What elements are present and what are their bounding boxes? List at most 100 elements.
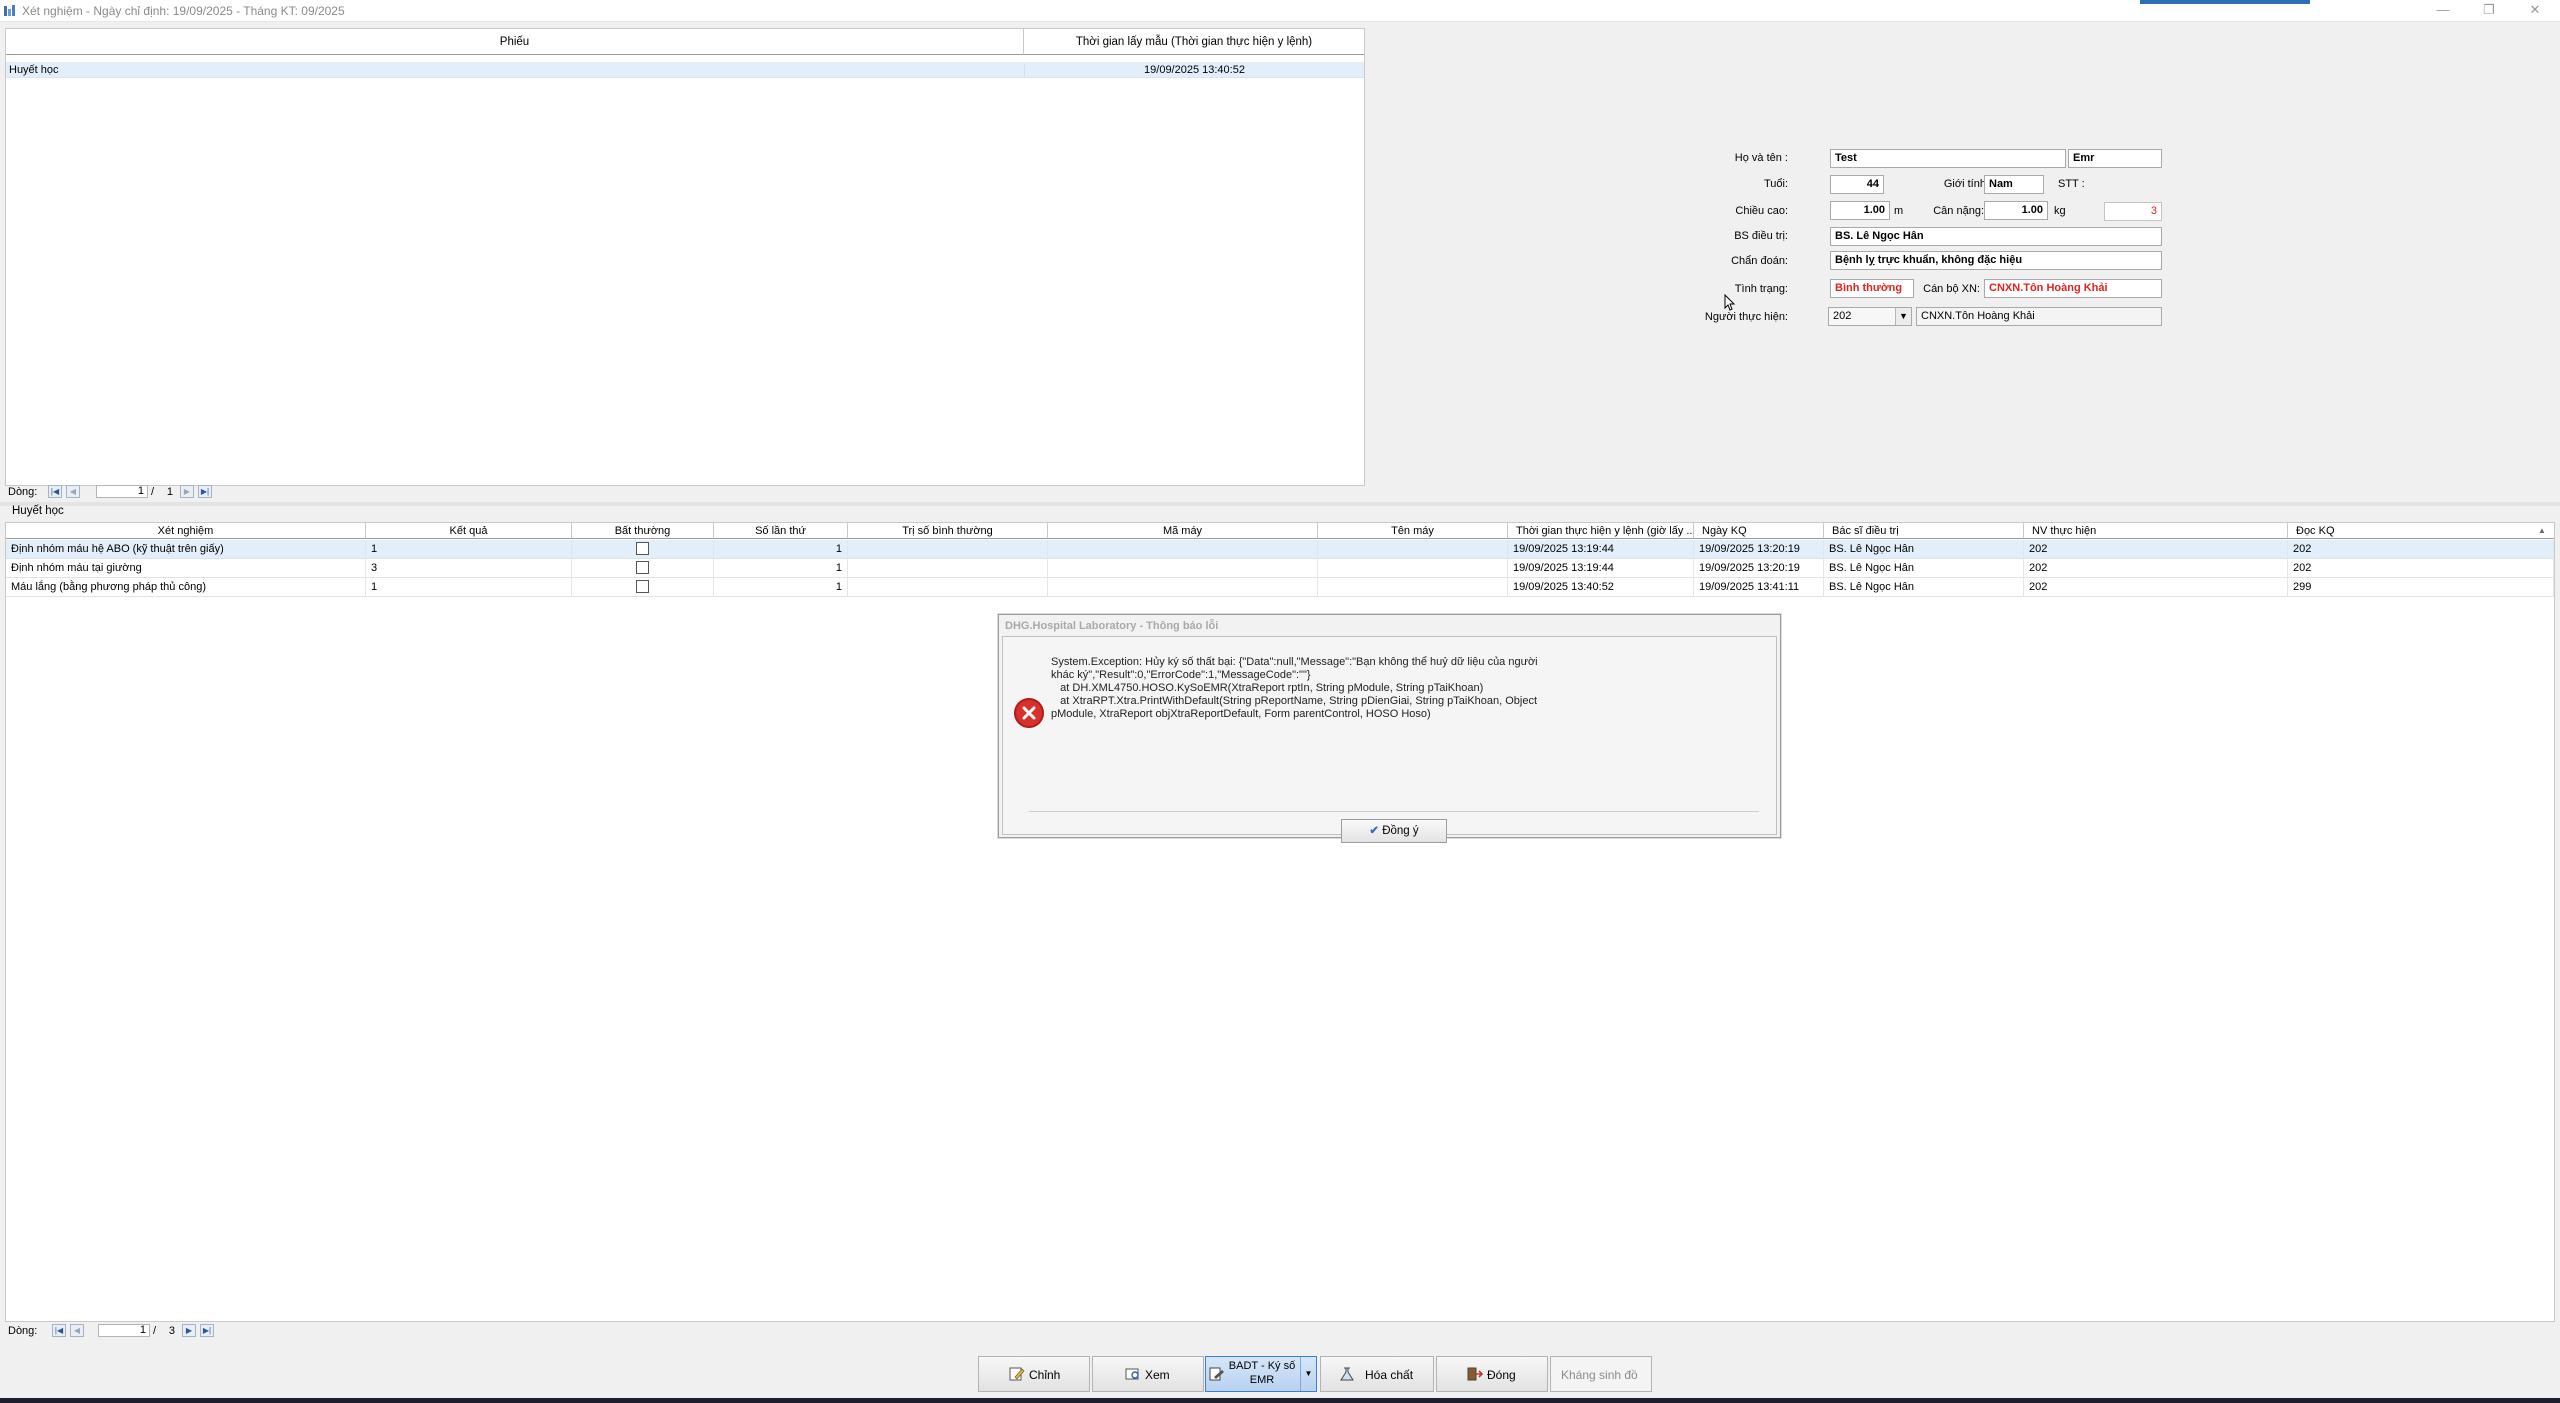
page-input[interactable]: 1 — [98, 1324, 150, 1337]
cell-thoi-gian[interactable]: 19/09/2025 13:19:44 — [1508, 540, 1694, 559]
gioi-tinh-field[interactable]: Nam — [1984, 175, 2044, 194]
nguoi-thuc-hien-select[interactable]: 202 ▼ — [1828, 307, 1912, 326]
cell-xet-nghiem[interactable]: Máu lắng (bằng phương pháp thủ công) — [6, 578, 366, 597]
col-header-thoi-gian-lay-mau[interactable]: Thời gian lấy mẫu (Thời gian thực hiện y… — [1024, 29, 1364, 55]
cell-ngay-kq[interactable]: 19/09/2025 13:41:11 — [1694, 578, 1824, 597]
view-icon — [1125, 1368, 1139, 1380]
cell-bac-si[interactable]: BS. Lê Ngọc Hân — [1824, 540, 2024, 559]
khang-sinh-do-button[interactable]: Kháng sinh đồ — [1550, 1356, 1652, 1392]
table-row[interactable]: Huyết học 19/09/2025 13:40:52 — [6, 62, 1364, 78]
cell-tri-so[interactable] — [848, 578, 1048, 597]
xem-button[interactable]: Xem — [1092, 1356, 1204, 1392]
can-nang-field[interactable]: 1.00 — [1984, 201, 2048, 220]
cell-tri-so[interactable] — [848, 540, 1048, 559]
ten-phu-field[interactable]: Emr — [2068, 149, 2162, 168]
close-button[interactable]: ✕ — [2512, 0, 2558, 22]
last-page-icon[interactable]: ▶| — [200, 1324, 214, 1337]
col-header-tri-so[interactable]: Trị số bình thường — [848, 523, 1048, 539]
tuoi-field[interactable]: 44 — [1830, 175, 1884, 194]
restore-button[interactable]: ❐ — [2466, 0, 2512, 22]
cell-ket-qua[interactable]: 1 — [366, 578, 572, 597]
cell-doc-kq[interactable]: 202 — [2288, 540, 2554, 559]
title-accent-bar — [2140, 0, 2310, 4]
prev-page-icon[interactable]: ◀ — [66, 485, 80, 498]
cell-ma-may[interactable] — [1048, 578, 1318, 597]
col-header-thoi-gian[interactable]: Thời gian thực hiện y lệnh (giờ lấy ... — [1508, 523, 1694, 539]
cell-nv[interactable]: 202 — [2024, 540, 2288, 559]
top-pager: Dòng: |◀ ◀ 1 / 1 ▶ ▶| — [8, 482, 408, 502]
group-title: Huyết học — [12, 505, 64, 517]
bat-thuong-checkbox[interactable] — [636, 542, 649, 555]
tinh-trang-field[interactable]: Bình thường — [1830, 279, 1914, 298]
cell-bac-si[interactable]: BS. Lê Ngọc Hân — [1824, 559, 2024, 578]
cell-ma-may[interactable] — [1048, 540, 1318, 559]
cell-ma-may[interactable] — [1048, 559, 1318, 578]
col-header-so-lan-thu[interactable]: Số lần thứ — [714, 523, 848, 539]
chieu-cao-unit: m — [1894, 205, 1904, 217]
col-header-ket-qua[interactable]: Kết quả — [366, 523, 572, 539]
next-page-icon[interactable]: ▶ — [180, 485, 194, 498]
bs-dieu-tri-field[interactable]: BS. Lê Ngọc Hân — [1830, 227, 2162, 246]
col-header-ma-may[interactable]: Mã máy — [1048, 523, 1318, 539]
col-header-doc-kq[interactable]: Đọc KQ — [2288, 523, 2554, 539]
badt-label-line2: EMR — [1249, 1374, 1275, 1386]
cell-ten-may[interactable] — [1318, 578, 1508, 597]
chinh-button[interactable]: Chỉnh — [978, 1356, 1090, 1392]
col-header-bac-si[interactable]: Bác sĩ điều trị — [1824, 523, 2024, 539]
next-page-icon[interactable]: ▶ — [182, 1324, 196, 1337]
col-header-ten-may[interactable]: Tên máy — [1318, 523, 1508, 539]
chan-doan-field[interactable]: Bệnh lỵ trực khuẩn, không đặc hiệu — [1830, 251, 2162, 270]
cell-tri-so[interactable] — [848, 559, 1048, 578]
cell-nv[interactable]: 202 — [2024, 559, 2288, 578]
chieu-cao-field[interactable]: 1.00 — [1830, 201, 1890, 220]
chieu-cao-label: Chiều cao: — [1735, 205, 1788, 217]
dialog-body: System.Exception: Hủy ký số thất bại: {"… — [1002, 636, 1777, 843]
col-header-xet-nghiem[interactable]: Xét nghiệm — [6, 523, 366, 539]
minimize-button[interactable]: — — [2420, 0, 2466, 22]
cell-so-lan[interactable]: 1 — [714, 559, 848, 578]
ho-va-ten-field[interactable]: Test — [1830, 149, 2066, 168]
col-header-phieu[interactable]: Phiếu — [6, 29, 1024, 55]
pager-slash: / — [151, 486, 155, 498]
badt-ky-so-emr-button[interactable]: BADT - Ký số EMR ▼ — [1205, 1356, 1317, 1392]
table-row[interactable]: Định nhóm máu tại giường 3 1 19/09/2025 13:… — [6, 559, 2554, 578]
col-header-bat-thuong[interactable]: Bất thường — [572, 523, 714, 539]
prev-page-icon[interactable]: ◀ — [70, 1324, 84, 1337]
chevron-down-icon[interactable]: ▼ — [1895, 308, 1911, 325]
page-input[interactable]: 1 — [96, 485, 148, 498]
first-page-icon[interactable]: |◀ — [48, 485, 62, 498]
dropdown-arrow-icon[interactable]: ▼ — [1300, 1357, 1316, 1391]
hoa-chat-button[interactable]: Hóa chất — [1320, 1356, 1434, 1392]
cell-doc-kq[interactable]: 202 — [2288, 559, 2554, 578]
cell-ngay-kq[interactable]: 19/09/2025 13:20:19 — [1694, 559, 1824, 578]
cell-xet-nghiem[interactable]: Định nhóm máu hệ ABO (kỹ thuật trên giấy… — [6, 540, 366, 559]
ok-button[interactable]: ✔ Đồng ý — [1341, 819, 1447, 843]
cell-thoi-gian[interactable]: 19/09/2025 13:19:44 — [1508, 559, 1694, 578]
cell-so-lan[interactable]: 1 — [714, 578, 848, 597]
splitter[interactable] — [0, 502, 2560, 506]
stt-label: STT : — [2058, 178, 2085, 190]
col-header-nv-thuc-hien[interactable]: NV thực hiện — [2024, 523, 2288, 539]
table-row[interactable]: Máu lắng (bằng phương pháp thủ công) 1 1 19… — [6, 578, 2554, 597]
cell-doc-kq[interactable]: 299 — [2288, 578, 2554, 597]
cell-so-lan[interactable]: 1 — [714, 540, 848, 559]
cell-xet-nghiem[interactable]: Định nhóm máu tại giường — [6, 559, 366, 578]
cell-ket-qua[interactable]: 1 — [366, 540, 572, 559]
cell-bac-si[interactable]: BS. Lê Ngọc Hân — [1824, 578, 2024, 597]
last-page-icon[interactable]: ▶| — [198, 485, 212, 498]
col-header-ngay-kq[interactable]: Ngày KQ — [1694, 523, 1824, 539]
cell-thoi-gian[interactable]: 19/09/2025 13:40:52 — [1508, 578, 1694, 597]
table-row[interactable]: Định nhóm máu hệ ABO (kỹ thuật trên giấy… — [6, 540, 2554, 559]
cell-ten-may[interactable] — [1318, 559, 1508, 578]
first-page-icon[interactable]: |◀ — [52, 1324, 66, 1337]
cell-ket-qua[interactable]: 3 — [366, 559, 572, 578]
pager-label: Dòng: — [8, 1325, 38, 1337]
bat-thuong-checkbox[interactable] — [636, 561, 649, 574]
bat-thuong-checkbox[interactable] — [636, 580, 649, 593]
cell-ten-may[interactable] — [1318, 540, 1508, 559]
cell-ngay-kq[interactable]: 19/09/2025 13:20:19 — [1694, 540, 1824, 559]
stt-field[interactable]: 3 — [2104, 202, 2162, 221]
cell-nv[interactable]: 202 — [2024, 578, 2288, 597]
can-bo-xn-field[interactable]: CNXN.Tôn Hoàng Khải — [1984, 279, 2162, 298]
dong-button[interactable]: Đóng — [1436, 1356, 1548, 1392]
